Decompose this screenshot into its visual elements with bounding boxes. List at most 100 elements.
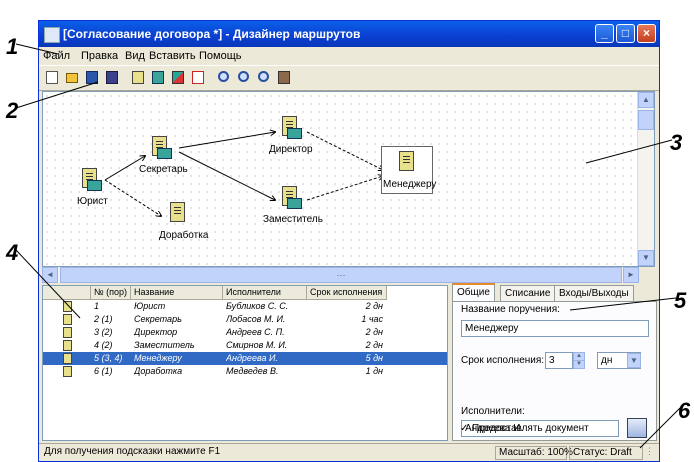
status-zoom: Масштаб: 100% (495, 446, 573, 460)
grid-header-executor[interactable]: Исполнители (223, 286, 307, 300)
tab-writeoff[interactable]: Списание (500, 285, 556, 301)
stages-grid[interactable]: № (пор) Название Исполнители Срок исполн… (42, 285, 448, 441)
grid-header-num[interactable]: № (пор) (91, 286, 131, 300)
table-row[interactable]: 3 (2) Директор Андреев С. П. 2 дн (43, 326, 447, 339)
table-row-selected[interactable]: 5 (3, 4) Менеджеру Андреева И. 5 дн (43, 352, 447, 365)
resize-grip-icon[interactable]: ⋮ (645, 446, 657, 460)
app-icon (44, 27, 60, 43)
canvas-hscroll[interactable]: ◄ ⋯ ► (42, 267, 639, 283)
stage-icon[interactable] (129, 69, 147, 87)
cell-term: 1 дн (365, 366, 383, 376)
table-row[interactable]: 1 Юрист Бубликов С. С. 2 дн (43, 300, 447, 313)
cell-num: 4 (2) (94, 340, 113, 350)
callout-1: 1 (6, 34, 19, 59)
cell-executor: Бубликов С. С. (226, 301, 289, 311)
menu-bar: Файл Правка Вид Вставить Помощь (39, 47, 659, 65)
node-label: Заместитель (263, 214, 323, 225)
hscroll-thumb[interactable]: ⋯ (60, 267, 622, 283)
task-name-label: Название поручения: (461, 304, 560, 315)
dark-icon[interactable] (103, 69, 121, 87)
cell-executor: Смирнов М. И. (226, 340, 288, 350)
callout-2: 2 (6, 98, 19, 123)
toolbar (39, 65, 659, 91)
minimize-button[interactable]: _ (595, 24, 614, 43)
route-icon[interactable] (149, 69, 167, 87)
menu-view[interactable]: Вид (125, 50, 145, 62)
cell-term: 2 дн (365, 340, 383, 350)
link-secretary-deputy (178, 151, 275, 200)
table-row[interactable]: 4 (2) Заместитель Смирнов М. И. 2 дн (43, 339, 447, 352)
scroll-left-button[interactable]: ◄ (42, 267, 58, 283)
task-name-input[interactable]: Менеджеру (461, 320, 649, 337)
stage-icon (63, 327, 72, 338)
zoom-out-icon[interactable] (235, 69, 253, 87)
grid-header-term[interactable]: Срок исполнения (307, 286, 387, 300)
tab-io[interactable]: Входы/Выходы (554, 285, 634, 301)
stage-icon (396, 151, 418, 175)
executor-label: Исполнители: (461, 406, 525, 417)
term-input[interactable]: 3 (545, 352, 573, 369)
properties-panel: Общие Списание Входы/Выходы Название пор… (452, 283, 657, 441)
new-icon[interactable] (43, 69, 61, 87)
menu-edit[interactable]: Правка (81, 50, 118, 62)
scroll-down-button[interactable]: ▼ (638, 250, 654, 266)
status-state: Статус: Draft (569, 446, 643, 460)
node-manager[interactable]: Менеджеру (381, 146, 436, 194)
node-label: Секретарь (139, 164, 188, 175)
open-icon[interactable] (63, 69, 81, 87)
link-director-manager (306, 131, 383, 170)
title-bar[interactable]: [Согласование договора *] - Дизайнер мар… (39, 21, 659, 47)
cell-term: 1 час (361, 314, 383, 324)
scroll-up-button[interactable]: ▲ (638, 92, 654, 108)
address-book-icon[interactable] (627, 418, 647, 438)
cell-executor: Андреев С. П. (226, 327, 285, 337)
menu-file[interactable]: Файл (43, 50, 70, 62)
term-spin-down[interactable]: ▼ (573, 360, 585, 369)
tab-general-body: Название поручения: Менеджеру Срок испол… (452, 301, 657, 441)
cell-num: 2 (1) (94, 314, 113, 324)
tab-general[interactable]: Общие (452, 283, 495, 301)
link-secretary-director (178, 132, 275, 149)
node-label: Доработка (159, 230, 209, 241)
table-row[interactable]: 6 (1) Доработка Медведев В. 1 дн (43, 365, 447, 378)
cell-term: 5 дн (365, 353, 383, 363)
maximize-button[interactable]: □ (616, 24, 635, 43)
cell-num: 3 (2) (94, 327, 113, 337)
menu-insert[interactable]: Вставить (149, 50, 196, 62)
stage-icon (79, 168, 102, 192)
link-deputy-manager (306, 176, 383, 201)
status-hint: Для получения подсказки нажмите F1 (44, 446, 221, 457)
callout-5: 5 (674, 288, 687, 313)
node-label: Юрист (77, 196, 108, 207)
node-label: Директор (269, 144, 313, 155)
cell-name: Доработка (134, 366, 183, 376)
save-icon[interactable] (83, 69, 101, 87)
cell-name: Заместитель (134, 340, 195, 350)
close-button[interactable]: × (637, 24, 656, 43)
magic-icon[interactable] (169, 69, 187, 87)
scroll-thumb[interactable] (638, 110, 654, 130)
stage-icon (167, 202, 189, 226)
route-canvas[interactable]: Юрист Секретарь Доработка Директор Замес… (42, 91, 655, 267)
cell-executor: Лобасов М. И. (226, 314, 286, 324)
zoom-fit-icon[interactable] (255, 69, 273, 87)
scroll-right-button[interactable]: ► (623, 267, 639, 283)
zoom-in-icon[interactable] (215, 69, 233, 87)
cell-name: Секретарь (134, 314, 182, 324)
chevron-down-icon[interactable]: ▼ (627, 353, 641, 368)
cell-executor: Медведев В. (226, 366, 279, 376)
delete-icon[interactable] (189, 69, 207, 87)
cell-term: 2 дн (365, 327, 383, 337)
stage-icon (63, 366, 72, 377)
cell-num: 5 (3, 4) (94, 353, 123, 363)
cell-term: 2 дн (365, 301, 383, 311)
window-title: [Согласование договора *] - Дизайнер мар… (63, 27, 361, 41)
table-row[interactable]: 2 (1) Секретарь Лобасов М. И. 1 час (43, 313, 447, 326)
cell-name: Директор (134, 327, 178, 337)
settings-icon[interactable] (275, 69, 293, 87)
canvas-vscroll[interactable]: ▲ ▼ (637, 92, 654, 266)
status-bar: Для получения подсказки нажмите F1 Масшт… (39, 443, 659, 462)
menu-help[interactable]: Помощь (199, 50, 242, 62)
callout-6: 6 (678, 398, 691, 423)
grid-header-name[interactable]: Название (131, 286, 223, 300)
